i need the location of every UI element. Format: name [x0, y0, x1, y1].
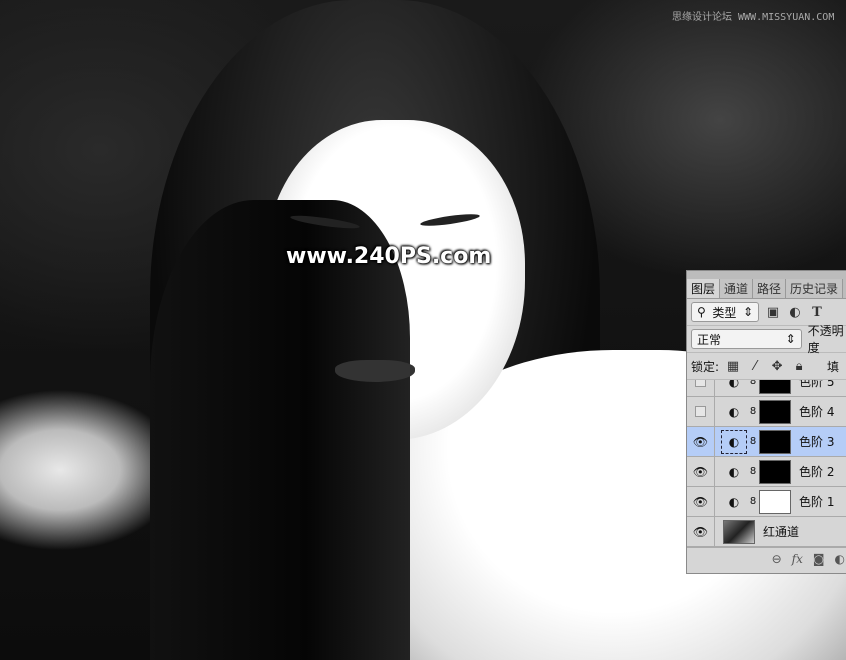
mouth — [335, 360, 415, 382]
adjustment-icon: ◐ — [728, 380, 740, 389]
link-icon: 8 — [749, 496, 757, 507]
eye-icon[interactable]: 👁︎ — [687, 427, 715, 456]
watermark: www.240PS.com — [286, 244, 492, 269]
search-icon: ⚲ — [697, 305, 706, 319]
layer-thumbnail — [723, 519, 755, 544]
visibility-toggle[interactable] — [687, 397, 715, 426]
mask-thumbnail — [759, 429, 791, 454]
updown-icon: ⇕ — [742, 305, 753, 319]
updown-icon: ⇕ — [785, 332, 796, 346]
mask-thumbnail — [759, 489, 791, 514]
link-icon: 8 — [749, 436, 757, 447]
tab-paths[interactable]: 路径 — [753, 279, 787, 298]
hair-front — [150, 200, 410, 660]
adjustment-icon: ◐ — [728, 494, 740, 509]
link-icon: 8 — [749, 380, 757, 387]
mask-thumbnail — [759, 459, 791, 484]
mask-thumbnail — [759, 380, 791, 394]
filter-kind-select[interactable]: ⚲ 类型 ⇕ — [691, 302, 759, 322]
site-watermark: 思缘设计论坛 WWW.MISSYUAN.COM — [672, 12, 835, 23]
eye-icon[interactable]: 👁︎ — [687, 457, 715, 486]
opacity-label: 不透明度 — [807, 324, 844, 355]
layers-panel: 图层 通道 路径 历史记录 ⚲ 类型 ⇕ ▣ ◐ T 正常 ⇕ 不透明度 锁定: ▦ … — [686, 270, 846, 574]
layer-row-selected[interactable]: 👁︎ ◐ 8 色阶 3 — [687, 427, 846, 457]
adjustment-icon: ◐ — [721, 429, 747, 454]
lock-icon[interactable]: 🔒︎ — [791, 359, 807, 374]
layer-row[interactable]: 👁︎ ◐ 8 色阶 2 — [687, 457, 846, 487]
adjustment-icon: ◐ — [728, 404, 740, 419]
move-icon[interactable]: ✥ — [769, 359, 785, 374]
link-layers-icon[interactable]: ⊖ — [772, 552, 782, 566]
new-adjustment-icon[interactable]: ◐ — [835, 552, 845, 566]
lock-label: 锁定: — [691, 359, 720, 374]
layer-row[interactable]: 👁︎ 红通道 — [687, 517, 846, 547]
fill-label: 填 — [827, 359, 840, 374]
eye-icon[interactable]: 👁︎ — [687, 487, 715, 516]
layer-row[interactable]: ◐ 8 色阶 5 — [687, 380, 846, 397]
adjustment-filter-icon[interactable]: ◐ — [787, 305, 803, 320]
eye-icon[interactable]: 👁︎ — [687, 517, 715, 546]
layer-row[interactable]: 👁︎ ◐ 8 色阶 1 — [687, 487, 846, 517]
link-icon: 8 — [749, 466, 757, 477]
layer-row[interactable]: ◐ 8 色阶 4 — [687, 397, 846, 427]
tab-history[interactable]: 历史记录 — [786, 279, 844, 298]
image-filter-icon[interactable]: ▣ — [765, 305, 781, 320]
visibility-toggle[interactable] — [687, 380, 715, 396]
adjustment-icon: ◐ — [728, 464, 740, 479]
blend-mode-select[interactable]: 正常 ⇕ — [691, 329, 802, 349]
fx-button[interactable]: fx — [792, 552, 803, 566]
add-mask-icon[interactable]: ◙ — [813, 552, 825, 566]
type-filter-icon[interactable]: T — [809, 305, 825, 320]
tab-layers[interactable]: 图层 — [687, 279, 721, 298]
tab-channels[interactable]: 通道 — [720, 279, 754, 298]
link-icon: 8 — [749, 406, 757, 417]
mask-thumbnail — [759, 399, 791, 424]
lock-brush-icon[interactable]: ⁄ — [747, 359, 763, 374]
lock-transparency-icon[interactable]: ▦ — [725, 359, 741, 374]
